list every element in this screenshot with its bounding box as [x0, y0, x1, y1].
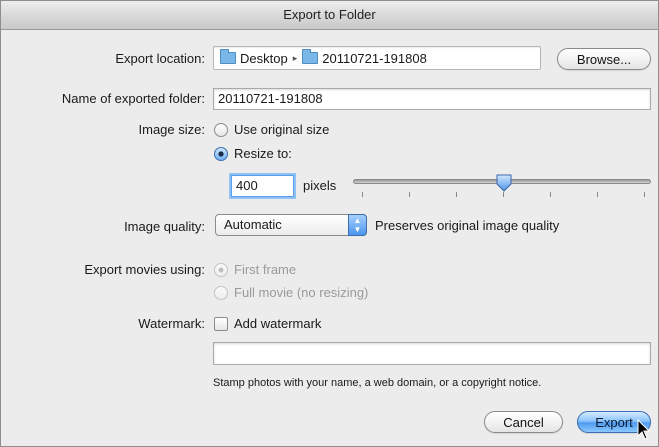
- pixels-input[interactable]: 400: [231, 175, 294, 197]
- path-item-folder[interactable]: 20110721-191808: [322, 51, 427, 66]
- first-frame-radio[interactable]: [214, 263, 228, 277]
- full-movie-radio[interactable]: [214, 286, 228, 300]
- resize-to-radio[interactable]: [214, 147, 228, 161]
- folder-icon: [302, 49, 319, 64]
- full-movie-label: Full movie (no resizing): [234, 285, 369, 300]
- watermark-label: Watermark:: [138, 316, 205, 331]
- resize-to-label: Resize to:: [234, 146, 292, 161]
- browse-button[interactable]: Browse...: [557, 48, 651, 70]
- watermark-hint: Stamp photos with your name, a web domai…: [213, 377, 542, 389]
- slider-tick: [597, 192, 598, 197]
- mouse-cursor-icon: [637, 419, 651, 440]
- folder-name-label: Name of exported folder:: [61, 91, 205, 106]
- use-original-size-label: Use original size: [234, 122, 330, 137]
- watermark-text-field[interactable]: [213, 342, 651, 365]
- image-quality-popup[interactable]: Automatic ▲ ▼: [215, 214, 367, 236]
- export-dialog: Export to Folder Export location: Deskto…: [0, 0, 659, 447]
- slider-tick: [503, 192, 504, 197]
- dialog-title: Export to Folder: [1, 1, 658, 30]
- popup-arrows-icon: ▲ ▼: [348, 214, 367, 236]
- desktop-folder-icon: [220, 49, 236, 64]
- image-quality-label: Image quality:: [124, 219, 205, 234]
- use-original-size-radio[interactable]: [214, 123, 228, 137]
- add-watermark-checkbox[interactable]: [214, 317, 228, 331]
- export-movies-label: Export movies using:: [84, 262, 205, 277]
- add-watermark-label: Add watermark: [234, 316, 322, 331]
- image-quality-selected: Automatic: [224, 217, 282, 232]
- image-quality-note: Preserves original image quality: [375, 218, 560, 233]
- pixels-unit-label: pixels: [303, 178, 337, 193]
- slider-tick: [550, 192, 551, 197]
- slider-tick: [409, 192, 410, 197]
- slider-tick: [362, 192, 363, 197]
- cancel-button[interactable]: Cancel: [484, 411, 563, 433]
- first-frame-label: First frame: [234, 262, 297, 277]
- path-separator-icon: ▸: [292, 52, 298, 63]
- slider-tick: [644, 192, 645, 197]
- export-location-path[interactable]: Desktop ▸ 20110721-191808: [213, 46, 541, 70]
- slider-tick: [456, 192, 457, 197]
- folder-name-field[interactable]: 20110721-191808: [213, 88, 651, 110]
- export-location-label: Export location:: [115, 51, 205, 66]
- image-size-label: Image size:: [138, 122, 205, 137]
- path-item-desktop[interactable]: Desktop: [240, 51, 288, 66]
- size-slider-thumb[interactable]: [495, 174, 513, 192]
